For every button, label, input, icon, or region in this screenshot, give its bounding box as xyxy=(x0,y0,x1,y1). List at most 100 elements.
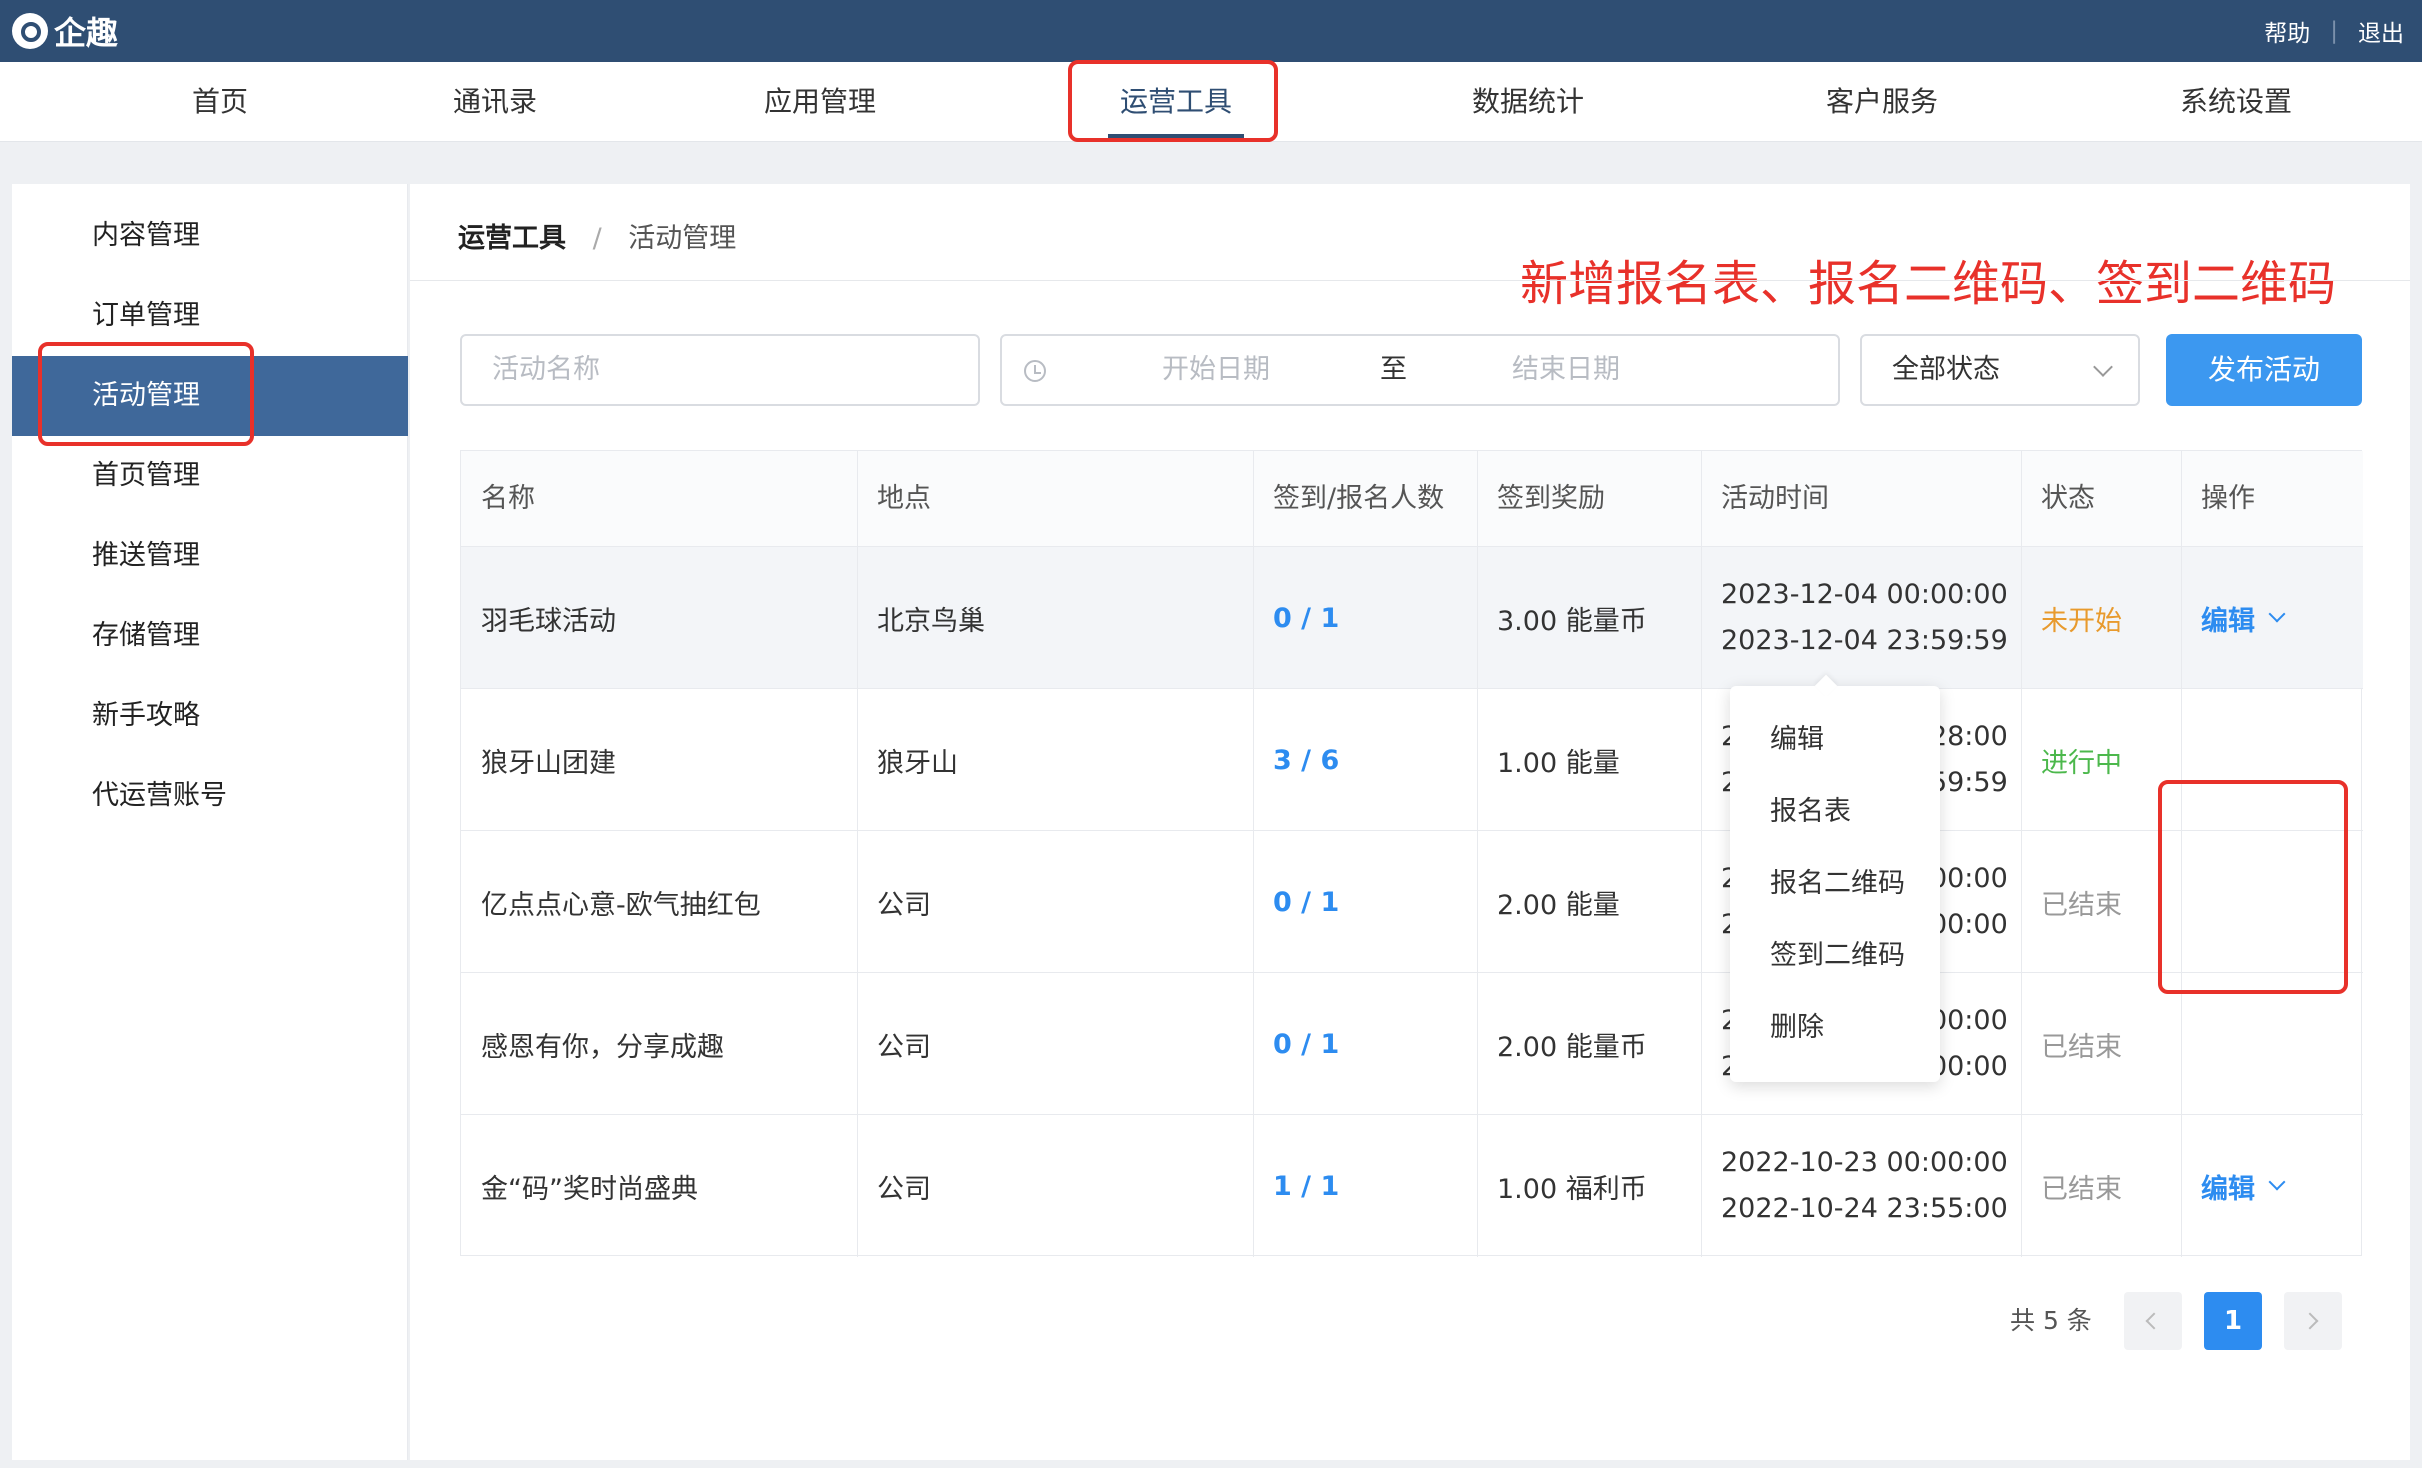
pagination-next-button[interactable] xyxy=(2284,1292,2342,1350)
nav-item-system-settings[interactable]: 系统设置 xyxy=(2156,62,2316,142)
menu-item-checkin-qrcode[interactable]: 签到二维码 xyxy=(1730,920,1940,992)
breadcrumb-root[interactable]: 运营工具 xyxy=(458,223,566,254)
chevron-down-icon xyxy=(2093,357,2113,377)
cell-count-link[interactable]: 0 / 1 xyxy=(1253,547,1477,689)
pagination-page-current[interactable]: 1 xyxy=(2204,1292,2262,1350)
actions-dropdown-menu: 编辑 报名表 报名二维码 签到二维码 删除 xyxy=(1730,686,1940,1082)
menu-item-edit[interactable]: 编辑 xyxy=(1730,704,1940,776)
cell-name: 羽毛球活动 xyxy=(481,605,616,637)
cell-name: 感恩有你，分享成趣 xyxy=(481,1031,724,1063)
table-row: 亿点点心意-欧气抽红包 公司 0 / 1 2.00 能量 2022-11-04 … xyxy=(461,831,2363,973)
sidebar-item-guide[interactable]: 新手攻略 xyxy=(12,676,408,756)
menu-item-delete[interactable]: 删除 xyxy=(1730,992,1940,1064)
column-header-name: 名称 xyxy=(461,451,857,547)
breadcrumb-current: 活动管理 xyxy=(628,223,737,254)
sidebar-item-push[interactable]: 推送管理 xyxy=(12,516,408,596)
nav-item-contacts[interactable]: 通讯录 xyxy=(430,62,560,142)
cell-actions: 编辑 xyxy=(2181,547,2363,689)
app-name: 企趣 xyxy=(54,14,119,52)
sidebar-item-content[interactable]: 内容管理 xyxy=(12,196,408,276)
status-select[interactable]: 全部状态 xyxy=(1860,334,2140,406)
date-range-picker[interactable]: 开始日期 至 结束日期 xyxy=(1000,334,1840,406)
cell-place: 北京鸟巢 xyxy=(877,605,985,637)
content-panel: 运营工具 / 活动管理 新增报名表、报名二维码、签到二维码 活动名称 开始日期 … xyxy=(410,184,2410,1460)
publish-activity-button[interactable]: 发布活动 xyxy=(2166,334,2362,406)
table-row: 羽毛球活动 北京鸟巢 0 / 1 3.00 能量币 2023-12-04 00:… xyxy=(461,547,2363,689)
time-end: 2022-10-24 23:55:00 xyxy=(1721,1193,2008,1224)
cell-count-link[interactable]: 1 / 1 xyxy=(1253,1115,1477,1257)
menu-item-registration-qrcode[interactable]: 报名二维码 xyxy=(1730,848,1940,920)
cell-time: 2022-10-23 00:00:00 2022-10-24 23:55:00 xyxy=(1701,1115,2021,1257)
column-header-count: 签到/报名人数 xyxy=(1253,451,1477,547)
highlight-box-nav xyxy=(1068,60,1278,142)
chevron-down-icon[interactable] xyxy=(2268,605,2286,623)
help-link[interactable]: 帮助 xyxy=(2264,14,2310,48)
highlight-box-new-items xyxy=(2158,780,2348,994)
top-links: 帮助 | 退出 xyxy=(2264,0,2404,62)
activity-name-input[interactable]: 活动名称 xyxy=(460,334,980,406)
highlight-box-sidebar xyxy=(38,342,254,446)
status-badge: 已结束 xyxy=(2041,1031,2122,1063)
column-header-time: 活动时间 xyxy=(1701,451,2021,547)
cell-name: 金“码”奖时尚盛典 xyxy=(481,1173,698,1205)
annotation-text: 新增报名表、报名二维码、签到二维码 xyxy=(1520,256,2337,312)
status-badge: 进行中 xyxy=(2041,747,2122,779)
pagination-prev-button[interactable] xyxy=(2124,1292,2182,1350)
top-bar: 企趣 帮助 | 退出 xyxy=(0,0,2422,62)
app-logo[interactable]: 企趣 xyxy=(12,10,118,52)
date-range-separator: 至 xyxy=(1380,354,1407,385)
sidebar-item-agency-accounts[interactable]: 代运营账号 xyxy=(12,756,408,836)
column-divider xyxy=(2021,451,2022,1257)
menu-item-registration-form[interactable]: 报名表 xyxy=(1730,776,1940,848)
end-date-input[interactable]: 结束日期 xyxy=(1512,336,1620,404)
edit-action-link[interactable]: 编辑 xyxy=(2201,599,2255,638)
column-divider xyxy=(857,451,858,1257)
time-start: 2023-12-04 00:00:00 xyxy=(1721,579,2008,610)
cell-count-link[interactable]: 0 / 1 xyxy=(1253,831,1477,973)
nav-item-app-management[interactable]: 应用管理 xyxy=(740,62,900,142)
pagination-total: 共 5 条 xyxy=(2010,1306,2092,1335)
column-divider xyxy=(1253,451,1254,1257)
column-header-reward: 签到奖励 xyxy=(1477,451,1701,547)
breadcrumb: 运营工具 / 活动管理 xyxy=(458,216,736,255)
nav-item-home[interactable]: 首页 xyxy=(160,62,280,142)
cell-reward: 2.00 能量币 xyxy=(1497,1031,1647,1063)
nav-item-customer-service[interactable]: 客户服务 xyxy=(1802,62,1962,142)
cell-place: 狼牙山 xyxy=(877,747,958,779)
cell-reward: 1.00 能量 xyxy=(1497,747,1620,779)
start-date-input[interactable]: 开始日期 xyxy=(1162,336,1270,404)
nav-item-data-statistics[interactable]: 数据统计 xyxy=(1448,62,1608,142)
column-divider xyxy=(1701,451,1702,1257)
cell-time: 2023-12-04 00:00:00 2023-12-04 23:59:59 xyxy=(1701,547,2021,689)
logo-icon xyxy=(12,13,48,49)
status-badge: 未开始 xyxy=(2041,605,2122,637)
table-row: 狼牙山团建 狼牙山 3 / 6 1.00 能量 2023-11-30 10:28… xyxy=(461,689,2363,831)
table-row: 金“码”奖时尚盛典 公司 1 / 1 1.00 福利币 2022-10-23 0… xyxy=(461,1115,2363,1257)
cell-reward: 2.00 能量 xyxy=(1497,889,1620,921)
cell-place: 公司 xyxy=(877,889,931,921)
column-header-actions: 操作 xyxy=(2181,451,2363,547)
breadcrumb-separator: / xyxy=(592,223,602,254)
cell-place: 公司 xyxy=(877,1173,931,1205)
column-header-status: 状态 xyxy=(2021,451,2181,547)
chevron-right-icon xyxy=(2301,1312,2319,1330)
status-badge: 已结束 xyxy=(2041,889,2122,921)
edit-action-link[interactable]: 编辑 xyxy=(2201,1167,2255,1206)
sidebar-item-homepage[interactable]: 首页管理 xyxy=(12,436,408,516)
logout-link[interactable]: 退出 xyxy=(2358,14,2404,48)
clock-icon xyxy=(1024,360,1046,382)
status-select-value: 全部状态 xyxy=(1892,354,2000,385)
cell-name: 亿点点心意-欧气抽红包 xyxy=(481,889,761,921)
chevron-down-icon[interactable] xyxy=(2268,1173,2286,1191)
chevron-left-icon xyxy=(2145,1312,2163,1330)
cell-count-link[interactable]: 0 / 1 xyxy=(1253,973,1477,1115)
cell-reward: 3.00 能量币 xyxy=(1497,605,1647,637)
cell-name: 狼牙山团建 xyxy=(481,747,616,779)
breadcrumb-divider xyxy=(410,280,2410,281)
sidebar-item-storage[interactable]: 存储管理 xyxy=(12,596,408,676)
column-header-place: 地点 xyxy=(857,451,1253,547)
cell-count-link[interactable]: 3 / 6 xyxy=(1253,689,1477,831)
time-end: 2023-12-04 23:59:59 xyxy=(1721,625,2008,656)
column-divider xyxy=(1477,451,1478,1257)
activity-table: 名称 地点 签到/报名人数 签到奖励 活动时间 状态 操作 羽毛球活动 北京鸟巢… xyxy=(460,450,2363,1257)
